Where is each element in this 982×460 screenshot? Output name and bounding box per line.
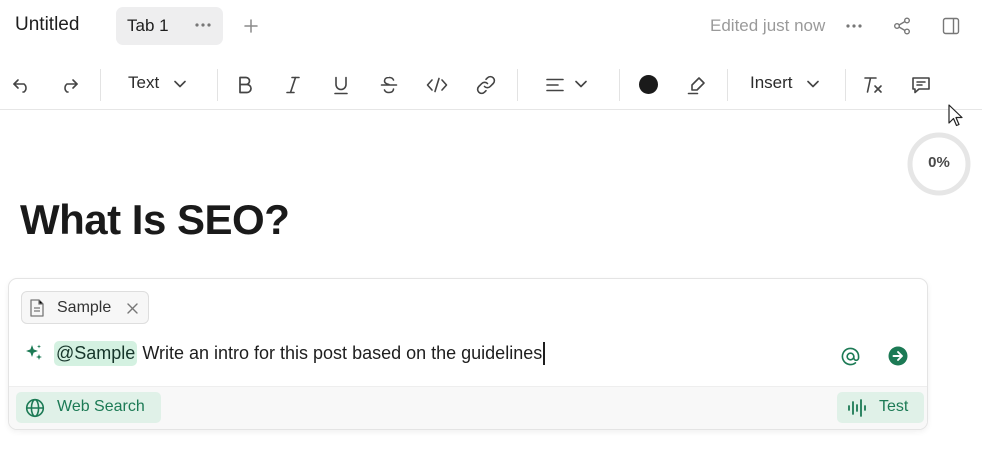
underline-icon [334, 76, 348, 94]
code-button[interactable] [424, 72, 450, 98]
toggle-panel-button[interactable] [940, 15, 962, 37]
top-bar: Untitled Tab 1 Edited just now [0, 0, 982, 52]
link-icon [476, 75, 496, 95]
tab-label: Tab 1 [127, 16, 169, 35]
context-chip[interactable]: Sample [21, 291, 149, 324]
tab-1[interactable]: Tab 1 [116, 7, 223, 45]
underline-button[interactable] [328, 72, 354, 98]
globe-icon [25, 398, 45, 418]
mention-button[interactable] [839, 345, 861, 367]
align-left-icon [546, 78, 564, 92]
ai-prompt-card: Sample @Sample Write an intro for this p… [8, 278, 928, 430]
toolbar-divider [727, 69, 728, 101]
italic-button[interactable] [280, 72, 306, 98]
more-icon [846, 24, 862, 28]
toolbar-divider [100, 69, 101, 101]
web-search-label: Web Search [57, 398, 145, 415]
test-label: Test [879, 398, 909, 415]
panel-icon [942, 17, 960, 35]
insert-dropdown[interactable]: Insert [750, 73, 793, 93]
document-heading[interactable]: What Is SEO? [20, 196, 290, 244]
toolbar-divider [619, 69, 620, 101]
chevron-down-icon[interactable] [573, 76, 589, 92]
comment-button[interactable] [908, 72, 934, 98]
strikethrough-button[interactable] [376, 72, 402, 98]
strikethrough-icon [380, 76, 398, 94]
more-options-button[interactable] [843, 15, 865, 37]
redo-icon [64, 79, 78, 93]
formatting-toolbar: Text Insert [0, 58, 982, 110]
link-button[interactable] [473, 72, 499, 98]
progress-label: 0% [928, 154, 950, 171]
at-icon [841, 347, 859, 365]
clear-format-icon [864, 77, 882, 93]
chevron-down-icon[interactable] [805, 76, 821, 92]
send-button[interactable] [887, 345, 909, 367]
highlight-button[interactable] [684, 72, 710, 98]
audio-wave-icon [848, 399, 866, 417]
document-title[interactable]: Untitled [15, 14, 79, 36]
test-button[interactable]: Test [837, 392, 924, 423]
undo-button[interactable] [9, 72, 35, 98]
clear-format-button[interactable] [860, 72, 886, 98]
align-button[interactable] [542, 72, 568, 98]
undo-icon [13, 79, 27, 93]
tab-more-icon[interactable] [192, 14, 214, 36]
document-icon [30, 299, 44, 317]
web-search-toggle[interactable]: Web Search [16, 392, 161, 423]
prompt-text: Write an intro for this post based on th… [142, 343, 543, 363]
comment-icon [912, 77, 930, 94]
send-icon [888, 346, 908, 366]
toolbar-divider [517, 69, 518, 101]
prompt-input[interactable]: @Sample Write an intro for this post bas… [54, 341, 545, 366]
mouse-cursor-icon [948, 104, 963, 127]
bold-icon [239, 76, 252, 94]
prompt-footer: Web Search Test [9, 386, 927, 429]
text-caret [543, 342, 545, 365]
sparkle-icon [26, 344, 42, 360]
toolbar-divider [217, 69, 218, 101]
bold-button[interactable] [232, 72, 258, 98]
mention-tag[interactable]: @Sample [54, 341, 138, 366]
add-tab-button[interactable] [240, 15, 262, 37]
text-color-button[interactable] [639, 75, 658, 94]
close-icon[interactable] [125, 301, 139, 315]
edit-status: Edited just now [710, 16, 826, 35]
code-icon [426, 77, 448, 93]
italic-icon [286, 76, 300, 94]
redo-button[interactable] [56, 72, 82, 98]
highlighter-icon [687, 77, 705, 95]
share-icon [894, 17, 910, 35]
plus-icon [244, 19, 258, 33]
toolbar-divider [845, 69, 846, 101]
text-style-dropdown[interactable]: Text [128, 73, 159, 93]
context-chip-label: Sample [57, 299, 112, 316]
share-button[interactable] [891, 15, 913, 37]
chevron-down-icon[interactable] [172, 76, 188, 92]
